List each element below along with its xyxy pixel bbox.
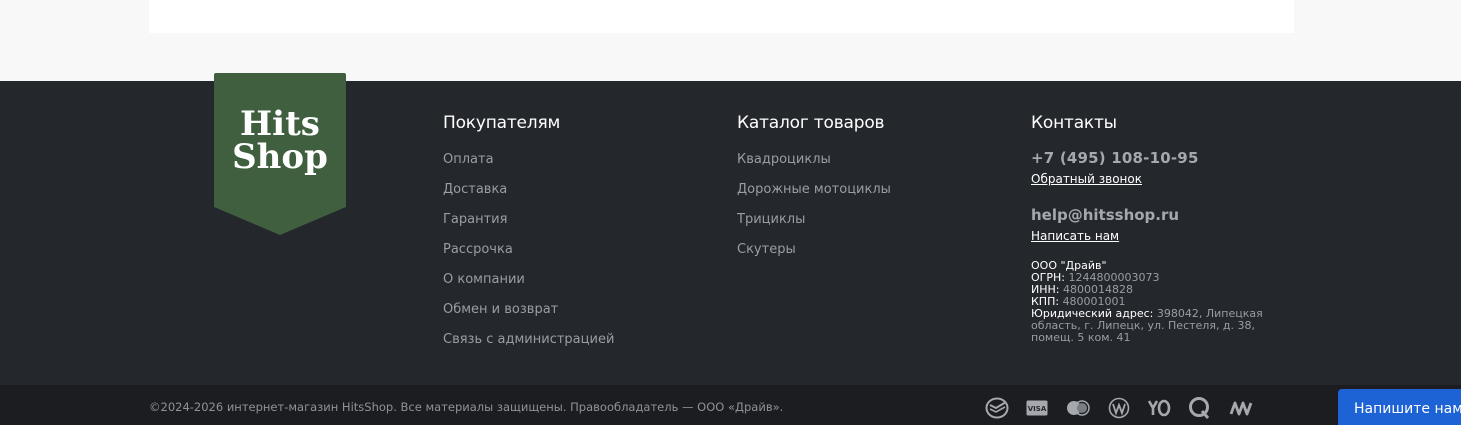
contacts-column-title: Контакты — [1031, 113, 1117, 133]
visa-text: VISA — [1028, 405, 1047, 413]
footer-link-quadbikes[interactable]: Квадроциклы — [737, 152, 831, 168]
catalog-column-title: Каталог товаров — [737, 113, 885, 133]
yoomoney-icon — [1147, 399, 1171, 417]
footer-link-trikes[interactable]: Трициклы — [737, 212, 805, 228]
mir-icon — [1108, 397, 1130, 419]
visa-icon: VISA — [1026, 400, 1048, 416]
footer-link-about[interactable]: О компании — [443, 272, 525, 288]
buyers-column-title: Покупателям — [443, 113, 561, 133]
write-us-link[interactable]: Написать нам — [1031, 228, 1119, 244]
mastercard-icon — [1065, 400, 1091, 416]
footer-link-exchange-return[interactable]: Обмен и возврат — [443, 302, 558, 318]
company-details: ООО "Драйв" ОГРН: 1244800003073 ИНН: 480… — [1031, 260, 1296, 344]
footer-link-delivery[interactable]: Доставка — [443, 182, 507, 198]
buyers-links: Оплата Доставка Гарантия Рассрочка О ком… — [443, 148, 614, 358]
phone-number[interactable]: +7 (495) 108-10-95 — [1031, 148, 1301, 168]
qiwi-icon — [1188, 396, 1212, 420]
hitsshop-logo[interactable]: Hits Shop — [214, 73, 346, 235]
payment-methods: VISA — [985, 396, 1272, 420]
footer-link-payment[interactable]: Оплата — [443, 152, 494, 168]
logo-badge-icon: Hits Shop — [214, 73, 346, 235]
catalog-links: Квадроциклы Дорожные мотоциклы Трициклы … — [737, 148, 891, 268]
copyright-text: ©2024-2026 интернет-магазин HitsShop. Вс… — [149, 400, 784, 414]
footer-link-scooters[interactable]: Скутеры — [737, 242, 796, 258]
footer-link-warranty[interactable]: Гарантия — [443, 212, 507, 228]
logo-text-line2: Shop — [232, 137, 328, 177]
footer-link-installment[interactable]: Рассрочка — [443, 242, 513, 258]
contacts-column: Контакты +7 (495) 108-10-95 Обратный зво… — [1031, 111, 1301, 344]
webmoney-icon — [1229, 400, 1255, 416]
footer-link-road-motorcycles[interactable]: Дорожные мотоциклы — [737, 182, 891, 198]
buyers-column: Покупателям Оплата Доставка Гарантия Рас… — [443, 111, 614, 358]
chat-widget-button[interactable]: Напишите нам, мы онлайн! — [1338, 389, 1461, 425]
content-card-bottom — [149, 0, 1294, 33]
email-address[interactable]: help@hitsshop.ru — [1031, 205, 1301, 225]
footer-link-contact-admin[interactable]: Связь с администрацией — [443, 332, 614, 348]
sberbank-icon — [985, 397, 1009, 419]
page-background-top — [0, 0, 1461, 81]
catalog-column: Каталог товаров Квадроциклы Дорожные мот… — [737, 111, 891, 268]
callback-link[interactable]: Обратный звонок — [1031, 171, 1142, 187]
